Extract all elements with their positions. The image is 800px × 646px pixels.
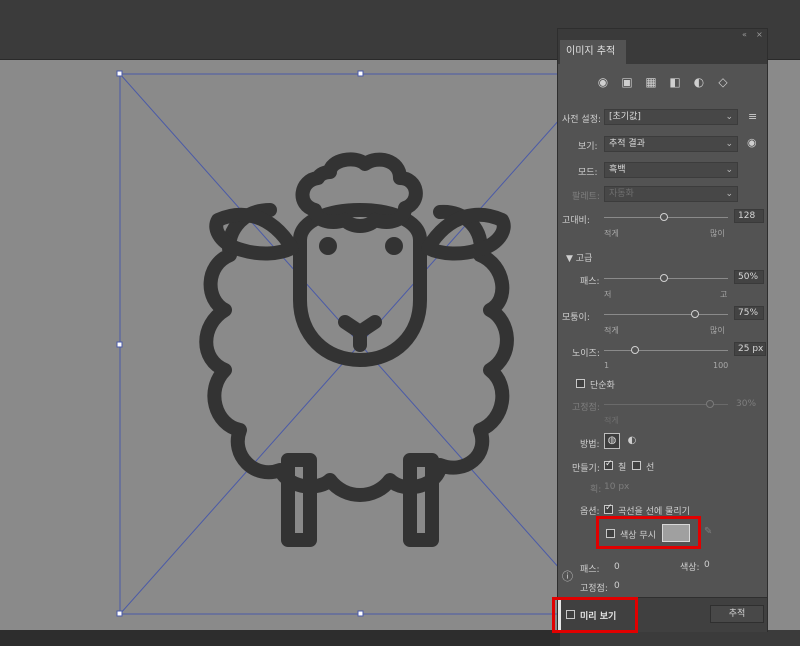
chevron-down-icon: ⌄ — [725, 112, 733, 122]
view-value: 추적 결과 — [609, 139, 645, 149]
simplify-checkbox[interactable] — [576, 379, 585, 388]
trace-button[interactable]: 추적 — [710, 605, 764, 623]
chevron-down-icon: ⌄ — [725, 189, 733, 199]
strokes-checkbox[interactable] — [632, 461, 641, 470]
preset-dropdown[interactable]: [초기값] ⌄ — [604, 109, 738, 125]
corners-value-field[interactable]: 75% — [734, 306, 764, 320]
info-paths-label: 패스: — [580, 565, 600, 575]
panel-grip[interactable]: « × — [558, 29, 767, 40]
noise-value-field[interactable]: 25 px — [734, 342, 766, 356]
collapse-arrows-icon[interactable]: « — [742, 29, 747, 40]
info-anchors-value: 0 — [614, 581, 620, 591]
method-label: 방법: — [580, 440, 600, 450]
high-color-icon[interactable]: ▣ — [620, 75, 634, 89]
snap-min-label: 적게 — [604, 416, 619, 425]
stroke-value: 10 px — [604, 482, 630, 492]
eye-icon[interactable]: ◉ — [747, 136, 757, 149]
threshold-slider-knob[interactable] — [660, 213, 668, 221]
noise-min-label: 1 — [604, 361, 610, 370]
black-white-icon[interactable]: ◐ — [692, 75, 706, 89]
fills-checkbox[interactable] — [604, 459, 613, 470]
advanced-toggle[interactable]: ▼ 고급 — [566, 251, 592, 264]
snap-slider-knob[interactable] — [706, 400, 714, 408]
simplify-label: 단순화 — [590, 381, 615, 391]
paths-max-label: 고 — [720, 290, 728, 299]
overlapping-method-icon[interactable]: ◐ — [624, 433, 640, 449]
threshold-min-label: 적게 — [604, 229, 619, 238]
corners-label: 모퉁이: — [562, 313, 590, 323]
view-dropdown[interactable]: 추적 결과 ⌄ — [604, 136, 738, 152]
sheep-illustration — [199, 152, 514, 547]
paths-value-field[interactable]: 50% — [734, 270, 764, 284]
close-icon[interactable]: × — [756, 29, 763, 40]
noise-max-label: 100 — [713, 361, 729, 370]
corners-slider-track[interactable] — [604, 314, 728, 315]
mode-value: 흑백 — [609, 165, 626, 175]
preset-value: [초기값] — [609, 112, 641, 122]
info-paths-value: 0 — [614, 562, 620, 572]
noise-label: 노이즈: — [572, 349, 600, 359]
paths-min-label: 저 — [604, 290, 612, 299]
panel-tab-strip: 이미지 추적 — [558, 40, 767, 64]
paths-slider-knob[interactable] — [660, 274, 668, 282]
palette-dropdown[interactable]: 자동화 ⌄ — [604, 186, 738, 202]
corners-max-label: 많이 — [710, 326, 725, 335]
info-anchors-label: 고정점: — [580, 584, 608, 594]
grayscale-icon[interactable]: ◧ — [668, 75, 682, 89]
paths-label: 패스: — [580, 277, 600, 287]
palette-label: 팔레트: — [572, 192, 600, 202]
eyedropper-icon[interactable]: ✎ — [704, 526, 712, 537]
snap-curves-checkbox[interactable] — [604, 503, 613, 514]
create-label: 만들기: — [572, 464, 600, 474]
fills-label: 칠 — [618, 463, 627, 473]
chevron-down-icon: ⌄ — [725, 139, 733, 149]
info-icon: ⓘ — [562, 570, 573, 583]
strokes-label: 선 — [646, 463, 655, 473]
corners-slider-knob[interactable] — [691, 310, 699, 318]
view-label: 보기: — [578, 142, 598, 152]
corners-min-label: 적게 — [604, 326, 619, 335]
mode-dropdown[interactable]: 흑백 ⌄ — [604, 162, 738, 178]
palette-value: 자동화 — [609, 189, 634, 199]
abutting-method-icon[interactable]: ◍ — [604, 433, 620, 449]
image-trace-panel: « × 이미지 추적 ◉ ▣ ▦ ◧ ◐ ◇ 사전 설정: [초기값] ⌄ ≡ 보… — [552, 28, 768, 633]
auto-color-icon[interactable]: ◉ — [596, 75, 610, 89]
status-bar — [0, 630, 800, 646]
triangle-down-icon: ▼ — [566, 254, 573, 264]
chevron-down-icon: ⌄ — [725, 165, 733, 175]
stroke-label: 획: — [590, 485, 602, 495]
noise-slider-track[interactable] — [604, 350, 728, 351]
threshold-label: 고대비: — [562, 216, 590, 226]
threshold-max-label: 많이 — [710, 229, 725, 238]
tab-image-trace[interactable]: 이미지 추적 — [560, 40, 626, 64]
advanced-label: 고급 — [575, 254, 593, 264]
highlight-ignore-color — [596, 516, 701, 549]
info-colors-label: 색상: — [680, 563, 700, 573]
mode-label: 모드: — [578, 168, 598, 178]
sheep-eyes — [319, 237, 403, 255]
preset-label: 사전 설정: — [562, 115, 602, 125]
outline-icon[interactable]: ◇ — [716, 75, 730, 89]
threshold-value-field[interactable]: 128 — [734, 209, 764, 223]
snap-value: 30% — [736, 399, 757, 409]
info-colors-value: 0 — [704, 560, 710, 570]
preset-menu-icon[interactable]: ≡ — [748, 110, 757, 123]
low-color-icon[interactable]: ▦ — [644, 75, 658, 89]
snap-label: 고정점: — [572, 403, 600, 413]
noise-slider-knob[interactable] — [631, 346, 639, 354]
highlight-preview — [552, 597, 638, 633]
